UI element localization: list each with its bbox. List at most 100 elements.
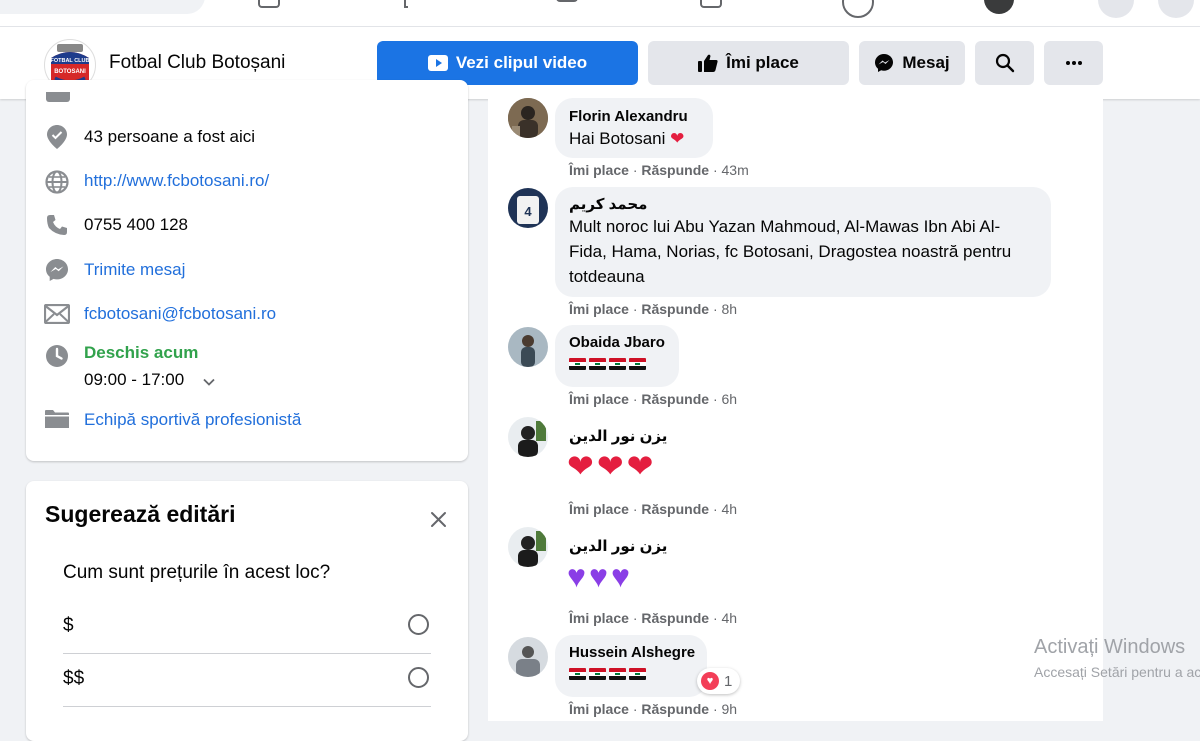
- comment-like-button[interactable]: Îmi place: [569, 610, 629, 626]
- action-separator: ·: [712, 391, 718, 407]
- purple-heart-icon: ♥: [589, 558, 608, 594]
- avatar[interactable]: 4: [508, 188, 548, 228]
- price-option-row[interactable]: $$: [63, 654, 431, 707]
- comment-author[interactable]: يزن نور الدين: [569, 427, 667, 445]
- message-button[interactable]: Mesaj: [859, 41, 965, 85]
- checkin-pin-icon: [44, 124, 70, 150]
- comment-reply-button[interactable]: Răspunde: [641, 610, 709, 626]
- comment-actions: Îmi place · Răspunde · 8h: [569, 301, 737, 317]
- price-option-radio[interactable]: [408, 667, 429, 688]
- page-title[interactable]: Fotbal Club Botoșani: [109, 52, 285, 74]
- comment-actions: Îmi place · Răspunde · 9h: [569, 701, 737, 717]
- love-reaction-icon: ♥: [701, 672, 719, 690]
- more-options-button[interactable]: [1044, 41, 1103, 85]
- comment-actions: Îmi place · Răspunde · 6h: [569, 391, 737, 407]
- groups-tab-icon[interactable]: [700, 0, 722, 8]
- notifications-button[interactable]: [1098, 0, 1134, 18]
- avatar[interactable]: [508, 98, 548, 138]
- comment-like-button[interactable]: Îmi place: [569, 501, 629, 517]
- search-box[interactable]: [0, 0, 205, 14]
- like-page-button[interactable]: Îmi place: [648, 41, 849, 85]
- home-tab-icon[interactable]: [258, 0, 280, 8]
- search-page-button[interactable]: [975, 41, 1034, 85]
- action-separator: ·: [632, 701, 638, 717]
- watch-tab-icon[interactable]: [404, 0, 408, 8]
- category-link[interactable]: Echipă sportivă profesionistă: [84, 410, 301, 430]
- comment-like-button[interactable]: Îmi place: [569, 301, 629, 317]
- watch-video-button[interactable]: Vezi clipul video: [377, 41, 638, 85]
- search-icon: [995, 53, 1014, 73]
- svg-text:4: 4: [524, 204, 532, 219]
- website-link[interactable]: http://www.fcbotosani.ro/: [84, 171, 269, 191]
- action-separator: ·: [712, 162, 718, 178]
- reaction-count-badge[interactable]: ♥ 1: [697, 668, 741, 694]
- comment-time[interactable]: 4h: [722, 610, 738, 626]
- comment-text: Mult noroc lui Abu Yazan Mahmoud, Al-Maw…: [569, 217, 1012, 286]
- comment-reply-button[interactable]: Răspunde: [641, 701, 709, 717]
- red-heart-icon: ❤: [670, 129, 685, 148]
- profile-avatar[interactable]: [984, 0, 1014, 14]
- action-separator: ·: [712, 301, 718, 317]
- comment-actions: Îmi place · Răspunde · 4h: [569, 610, 737, 626]
- price-option-row[interactable]: $: [63, 601, 431, 654]
- send-message-link[interactable]: Trimite mesaj: [84, 260, 185, 280]
- comment-bubble: محمد كريم Mult noroc lui Abu Yazan Mahmo…: [555, 187, 1051, 297]
- avatar[interactable]: [508, 637, 548, 677]
- comment-author[interactable]: محمد كريم: [569, 195, 1037, 214]
- action-separator: ·: [712, 501, 718, 517]
- comment-like-button[interactable]: Îmi place: [569, 391, 629, 407]
- comment-reply-button[interactable]: Răspunde: [641, 162, 709, 178]
- comment-like-button[interactable]: Îmi place: [569, 162, 629, 178]
- comment-time[interactable]: 6h: [722, 391, 738, 407]
- close-icon[interactable]: [430, 511, 447, 533]
- action-separator: ·: [632, 162, 638, 178]
- comment-actions: Îmi place · Răspunde · 43m: [569, 162, 749, 178]
- comment-author[interactable]: يزن نور الدين: [569, 537, 667, 555]
- comment-author[interactable]: Florin Alexandru: [569, 107, 699, 126]
- gaming-tab-icon[interactable]: [842, 0, 874, 18]
- comment-text: Hai Botosani: [569, 129, 666, 148]
- comment-reply-button[interactable]: Răspunde: [641, 501, 709, 517]
- chevron-down-icon[interactable]: [203, 374, 215, 392]
- avatar[interactable]: [508, 527, 548, 567]
- heart-icon: ❤: [626, 448, 654, 484]
- clock-icon: [44, 343, 70, 369]
- price-option-label: $: [63, 615, 74, 636]
- thumbs-up-icon: [698, 54, 718, 72]
- syria-flag-icon: [589, 667, 606, 680]
- avatar[interactable]: [508, 417, 548, 457]
- more-dots-icon: [1065, 61, 1082, 65]
- comment-author[interactable]: Obaida Jbaro: [569, 333, 665, 352]
- syria-flag-icon: [609, 667, 626, 680]
- comment-bubble: Obaida Jbaro: [555, 325, 679, 387]
- email-link[interactable]: fcbotosani@fcbotosani.ro: [84, 304, 276, 324]
- logo-text-top: FOTBAL CLUB: [50, 58, 89, 64]
- price-option-radio[interactable]: [408, 614, 429, 635]
- reaction-count: 1: [724, 672, 733, 690]
- phone-text: 0755 400 128: [84, 215, 188, 234]
- suggest-edits-title: Sugerează editări: [45, 501, 236, 527]
- comment-time[interactable]: 4h: [722, 501, 738, 517]
- messenger-icon: [875, 54, 894, 72]
- purple-heart-icon: ♥: [611, 558, 630, 594]
- comment-reply-button[interactable]: Răspunde: [641, 391, 709, 407]
- comment-author[interactable]: Hussein Alshegre: [569, 643, 695, 662]
- comment-time[interactable]: 8h: [722, 301, 738, 317]
- avatar[interactable]: [508, 327, 548, 367]
- comment-time[interactable]: 43m: [722, 162, 749, 178]
- comment-bubble: Hussein Alshegre: [555, 635, 707, 697]
- flags-row: [569, 352, 665, 374]
- marketplace-tab-icon[interactable]: [556, 0, 578, 2]
- account-menu-button[interactable]: [1158, 0, 1194, 18]
- action-separator: ·: [632, 610, 638, 626]
- watch-video-label: Vezi clipul video: [455, 53, 588, 72]
- global-nav-bar: [0, 0, 1200, 27]
- comment-reply-button[interactable]: Răspunde: [641, 301, 709, 317]
- action-separator: ·: [632, 301, 638, 317]
- partial-row-icon: [46, 92, 70, 102]
- email-icon: [44, 301, 70, 327]
- checkins-text: 43 persoane a fost aici: [84, 127, 256, 146]
- comment-like-button[interactable]: Îmi place: [569, 701, 629, 717]
- opening-hours[interactable]: 09:00 - 17:00: [84, 370, 184, 390]
- comment-time[interactable]: 9h: [722, 701, 738, 717]
